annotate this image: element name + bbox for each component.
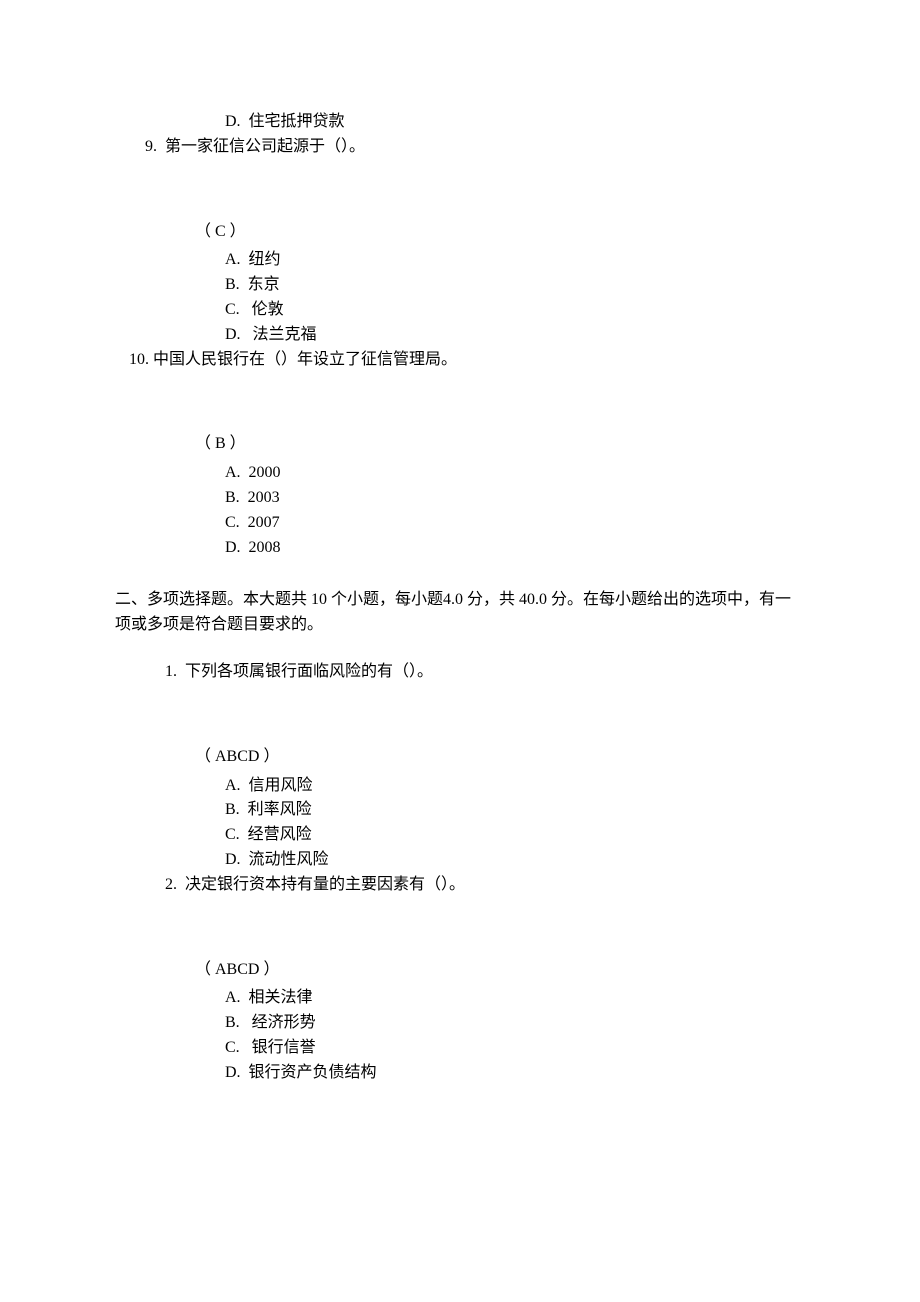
q9-option-c: C. 伦敦	[115, 298, 805, 323]
spacer	[115, 160, 805, 220]
sq2-option-d: D. 银行资产负债结构	[115, 1061, 805, 1086]
document-page: D. 住宅抵押贷款 9. 第一家征信公司起源于（）。 （ C ） A. 纽约 B…	[0, 0, 920, 1302]
sq1-stem: 1. 下列各项属银行面临风险的有（）。	[115, 660, 805, 685]
spacer	[115, 898, 805, 958]
spacer	[115, 638, 805, 660]
q10-option-b: B. 2003	[115, 486, 805, 511]
sq2-option-c: C. 银行信誉	[115, 1036, 805, 1061]
sq1-option-b: B. 利率风险	[115, 798, 805, 823]
q9-option-b: B. 东京	[115, 273, 805, 298]
q9-stem: 9. 第一家征信公司起源于（）。	[115, 135, 805, 160]
q10-option-a: A. 2000	[115, 461, 805, 486]
sq2-option-b: B. 经济形势	[115, 1011, 805, 1036]
q10-stem: 10. 中国人民银行在（）年设立了征信管理局。	[115, 348, 805, 373]
sq1-option-d: D. 流动性风险	[115, 848, 805, 873]
sq2-option-a: A. 相关法律	[115, 986, 805, 1011]
sq2-answer: （ ABCD ）	[115, 958, 805, 983]
spacer	[115, 560, 805, 588]
q9-option-a: A. 纽约	[115, 248, 805, 273]
sq1-answer: （ ABCD ）	[115, 745, 805, 770]
q8-option-d: D. 住宅抵押贷款	[115, 110, 805, 135]
spacer	[115, 685, 805, 745]
q10-option-c: C. 2007	[115, 511, 805, 536]
q9-answer: （ C ）	[115, 220, 805, 245]
sq2-stem: 2. 决定银行资本持有量的主要因素有（）。	[115, 873, 805, 898]
q10-option-d: D. 2008	[115, 536, 805, 561]
section-2-header: 二、多项选择题。本大题共 10 个小题，每小题4.0 分，共 40.0 分。在每…	[115, 588, 805, 638]
sq1-option-c: C. 经营风险	[115, 823, 805, 848]
q9-option-d: D. 法兰克福	[115, 323, 805, 348]
q10-answer: （ B ）	[115, 432, 805, 457]
sq1-option-a: A. 信用风险	[115, 774, 805, 799]
spacer	[115, 372, 805, 432]
